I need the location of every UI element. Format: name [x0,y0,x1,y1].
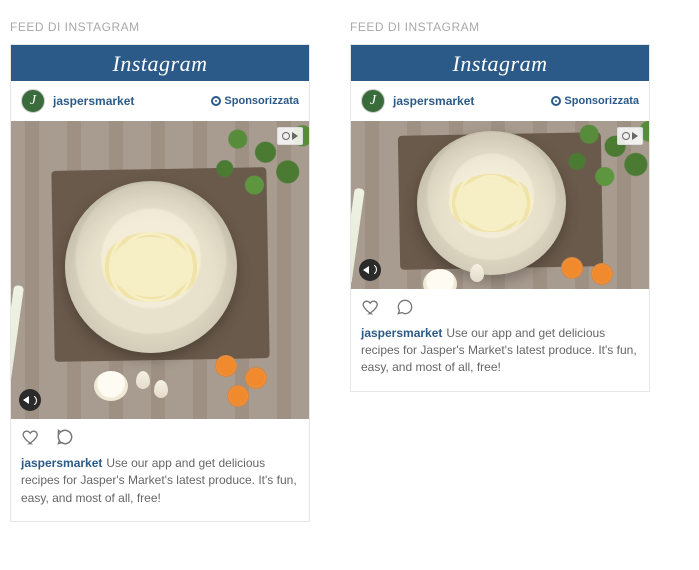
post-header: J jaspersmarket Sponsorizzata [351,81,649,121]
sound-toggle-icon[interactable] [19,389,41,411]
avatar[interactable]: J [361,89,385,113]
instagram-card: Instagram J jaspersmarket Sponsorizzata [10,44,310,522]
comment-icon[interactable] [55,427,75,447]
comment-icon[interactable] [395,297,415,317]
post-caption: jaspersmarketUse our app and get delicio… [11,451,309,521]
carrot-slice [561,257,583,279]
garlic [154,380,168,398]
instagram-brand-header: Instagram [11,45,309,81]
preview-column-square: FEED DI INSTAGRAM Instagram J jaspersmar… [10,20,310,522]
post-header: J jaspersmarket Sponsorizzata [11,81,309,121]
gear-icon [551,96,561,106]
sponsored-text: Sponsorizzata [224,95,299,107]
like-icon[interactable] [361,297,381,317]
video-indicator-icon [277,127,303,145]
post-media[interactable] [11,121,309,419]
like-icon[interactable] [21,427,41,447]
instagram-card: Instagram J jaspersmarket Sponsorizzata [350,44,650,392]
garlic [136,371,150,389]
instagram-brand-header: Instagram [351,45,649,81]
section-label: FEED DI INSTAGRAM [350,20,650,34]
caption-username[interactable]: jaspersmarket [21,456,102,470]
garlic [470,264,484,282]
sound-toggle-icon[interactable] [359,259,381,281]
sponsored-label[interactable]: Sponsorizzata [211,95,299,107]
sponsored-text: Sponsorizzata [564,95,639,107]
username-link[interactable]: jaspersmarket [393,94,474,108]
post-actions [351,289,649,321]
avatar[interactable]: J [21,89,45,113]
gear-icon [211,96,221,106]
preview-column-landscape: FEED DI INSTAGRAM Instagram J jaspersmar… [350,20,650,392]
post-caption: jaspersmarketUse our app and get delicio… [351,321,649,391]
video-indicator-icon [617,127,643,145]
post-actions [11,419,309,451]
sponsored-label[interactable]: Sponsorizzata [551,95,639,107]
caption-username[interactable]: jaspersmarket [361,326,442,340]
post-media[interactable] [351,121,649,289]
username-link[interactable]: jaspersmarket [53,94,134,108]
section-label: FEED DI INSTAGRAM [10,20,310,34]
